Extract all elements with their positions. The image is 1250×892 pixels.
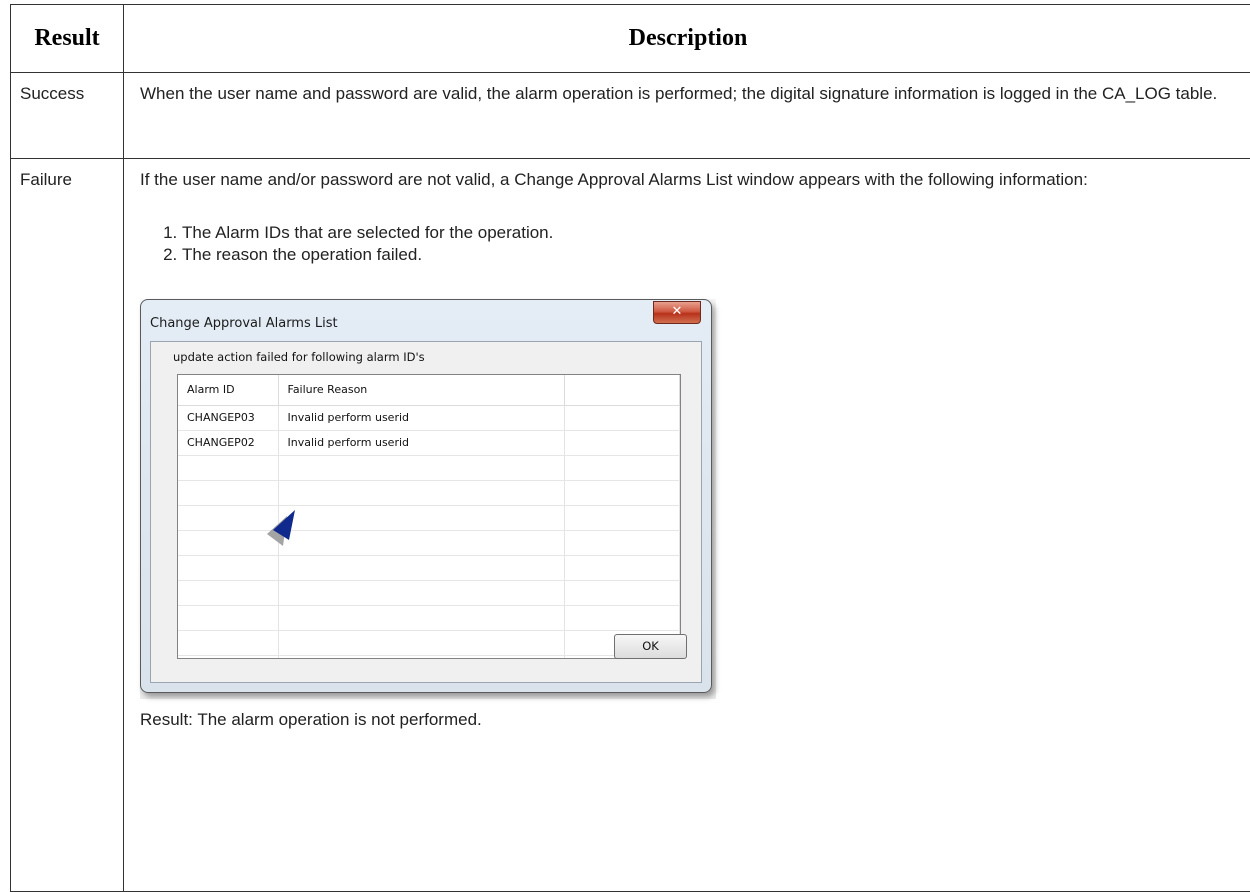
dialog-screenshot: Change Approval Alarms List ✕ update act… — [140, 299, 716, 699]
header-description: Description — [124, 5, 1250, 73]
empty-row — [178, 506, 680, 531]
column-header-alarm-id[interactable]: Alarm ID — [178, 375, 278, 406]
empty-row — [178, 481, 680, 506]
failure-reason-cell: Invalid perform userid — [278, 431, 564, 456]
result-failure: Failure — [11, 159, 124, 892]
alarm-list-table: Alarm ID Failure Reason CHANGEP03 Invali… — [178, 375, 680, 659]
failure-result-note: Result: The alarm operation is not perfo… — [140, 709, 1232, 731]
empty-row — [178, 556, 680, 581]
alarm-id-cell: CHANGEP02 — [178, 431, 278, 456]
failure-reason-cell: Invalid perform userid — [278, 406, 564, 431]
success-description: When the user name and password are vali… — [124, 73, 1250, 159]
table-header-row: Result Description — [11, 5, 1250, 73]
failure-steps: The Alarm IDs that are selected for the … — [140, 222, 1232, 266]
alarm-id-cell: CHANGEP03 — [178, 406, 278, 431]
list-item: The reason the operation failed. — [182, 244, 1232, 266]
empty-row — [178, 656, 680, 660]
result-success: Success — [11, 73, 124, 159]
alarm-list-header: Alarm ID Failure Reason — [178, 375, 680, 406]
column-header-empty — [564, 375, 680, 406]
table-row[interactable]: CHANGEP02 Invalid perform userid — [178, 431, 680, 456]
table-row: Failure If the user name and/or password… — [11, 159, 1250, 892]
close-icon: ✕ — [672, 304, 683, 319]
empty-row — [178, 581, 680, 606]
empty-row — [178, 606, 680, 631]
alarm-list: Alarm ID Failure Reason CHANGEP03 Invali… — [177, 374, 681, 659]
empty-row — [178, 456, 680, 481]
failure-intro: If the user name and/or password are not… — [140, 169, 1232, 191]
header-result: Result — [11, 5, 124, 73]
failure-description: If the user name and/or password are not… — [124, 159, 1250, 892]
change-approval-dialog: Change Approval Alarms List ✕ update act… — [140, 299, 712, 693]
empty-row — [178, 531, 680, 556]
close-button[interactable]: ✕ — [653, 301, 701, 324]
description-table: Result Description Success When the user… — [10, 4, 1250, 892]
arrow-pointer-icon — [261, 508, 301, 548]
table-row[interactable]: CHANGEP03 Invalid perform userid — [178, 406, 680, 431]
dialog-message: update action failed for following alarm… — [173, 346, 425, 368]
list-item: The Alarm IDs that are selected for the … — [182, 222, 1232, 244]
column-header-failure-reason[interactable]: Failure Reason — [278, 375, 564, 406]
table-row: Success When the user name and password … — [11, 73, 1250, 159]
dialog-title: Change Approval Alarms List — [150, 313, 338, 335]
ok-button[interactable]: OK — [614, 634, 687, 659]
empty-row — [178, 631, 680, 656]
